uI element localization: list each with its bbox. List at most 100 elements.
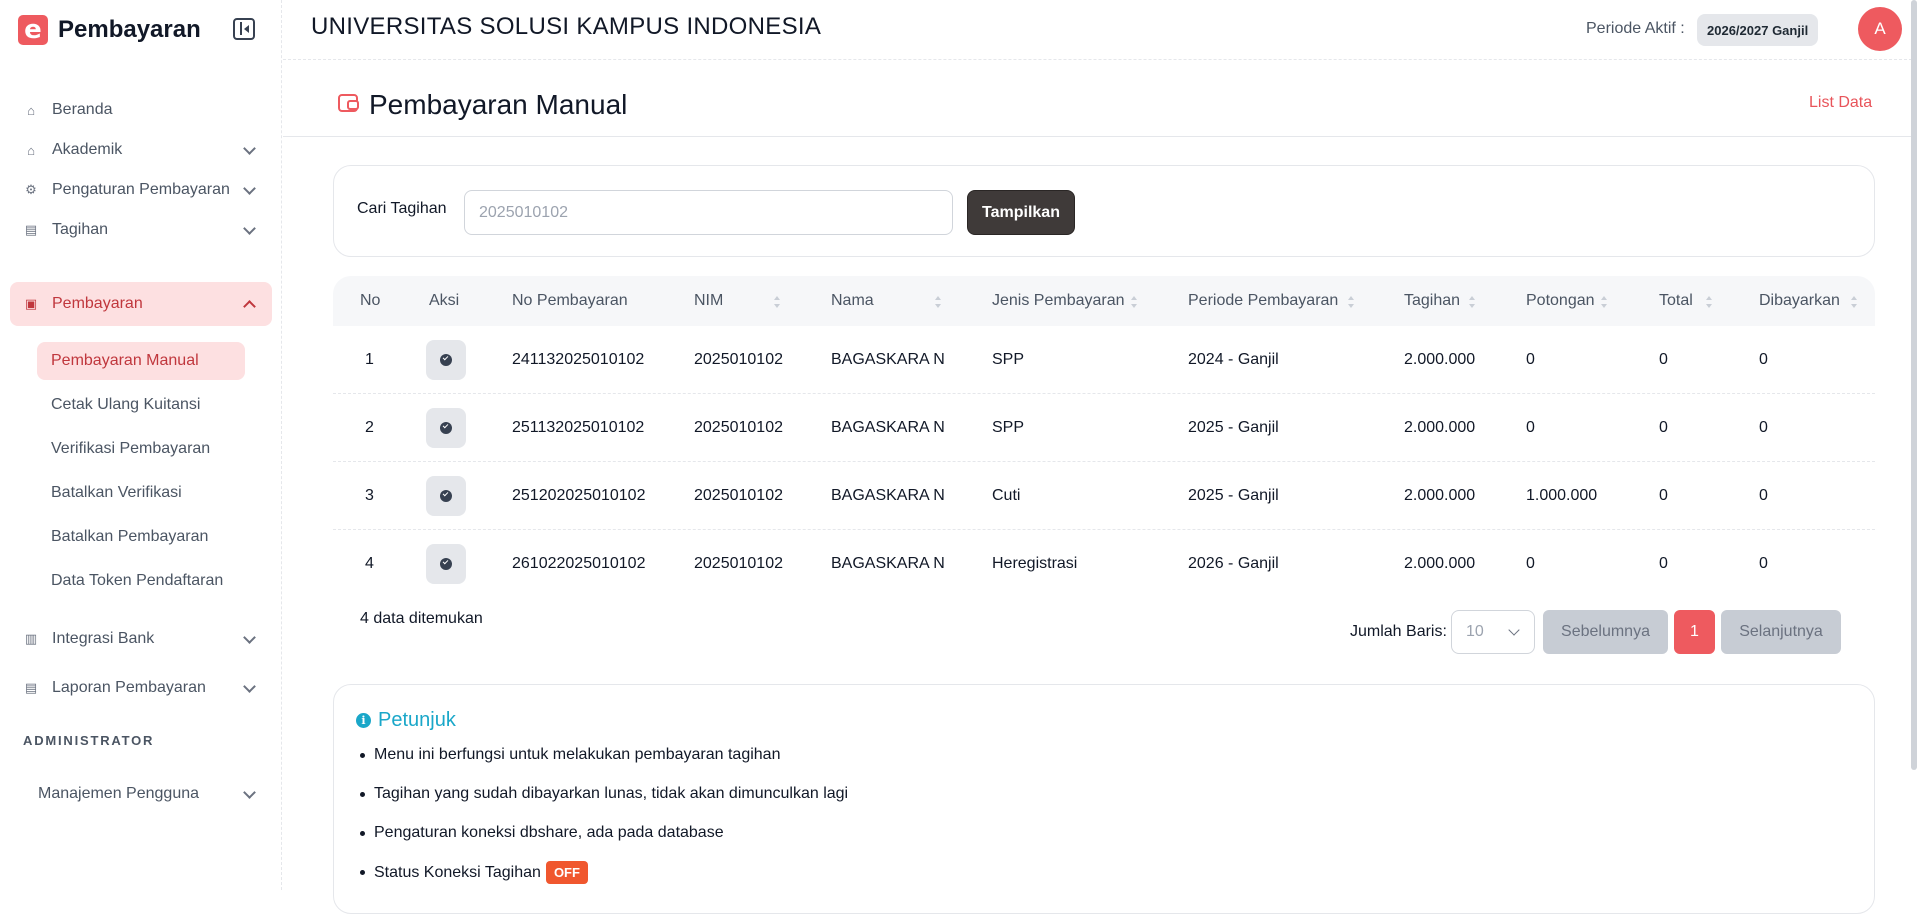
column-header-jenis-pembayaran[interactable]: Jenis Pembayaran: [992, 292, 1125, 310]
info-card: i Petunjuk Menu ini berfungsi untuk mela…: [333, 684, 1875, 914]
cell-tagihan: 2.000.000: [1404, 351, 1476, 368]
bullet: [360, 830, 365, 836]
cell-total: 0: [1659, 351, 1668, 368]
table-row: 2 251132025010102 2025010102 BAGASKARA N…: [333, 394, 1875, 462]
cell-no: 4: [365, 555, 374, 572]
info-list-item: Tagihan yang sudah dibayarkan lunas, tid…: [360, 785, 848, 803]
column-header-nama[interactable]: Nama: [831, 292, 874, 310]
sidebar-subitem-batalkan-pembayaran[interactable]: Batalkan Pembayaran: [37, 518, 222, 556]
brand-logo: e: [18, 15, 48, 45]
sort-icon[interactable]: [774, 296, 780, 308]
status-badge: OFF: [545, 861, 588, 884]
sidebar-item-label: Tagihan: [52, 221, 109, 238]
sidebar-collapse-icon[interactable]: [233, 18, 255, 40]
select-button[interactable]: [426, 544, 466, 584]
rows-per-page-label: Jumlah Baris:: [1350, 623, 1447, 640]
chevron-down-icon: [243, 222, 256, 235]
chevron-up-icon: [243, 300, 256, 313]
sort-icon[interactable]: [1601, 296, 1607, 308]
sidebar-item-integrasi-bank[interactable]: ▥ Integrasi Bank: [10, 617, 272, 661]
sidebar-item-label: Pembayaran: [52, 295, 143, 312]
topbar: UNIVERSITAS SOLUSI KAMPUS INDONESIA Peri…: [283, 0, 1917, 60]
cell-nim: 2025010102: [694, 351, 783, 368]
sidebar-item-manajemen-pengguna[interactable]: Manajemen Pengguna: [10, 772, 272, 816]
result-count: 4 data ditemukan: [360, 610, 483, 627]
cell-no: 1: [365, 351, 374, 368]
sidebar-item-tagihan[interactable]: ▤ Tagihan: [10, 208, 272, 252]
column-header-dibayarkan[interactable]: Dibayarkan: [1759, 292, 1840, 310]
sidebar-item-akademik[interactable]: ⌂ Akademik: [10, 128, 272, 172]
brand[interactable]: e Pembayaran: [18, 12, 201, 48]
sidebar-subitem-data-token-pendaftaran[interactable]: Data Token Pendaftaran: [37, 562, 237, 600]
settings-icon: ⚙: [25, 182, 37, 197]
cell-periode: 2025 - Ganjil: [1188, 487, 1279, 504]
cell-jenis: SPP: [992, 419, 1025, 436]
check-circle-icon: [440, 558, 452, 570]
search-input[interactable]: [464, 190, 953, 235]
cell-dibayarkan: 0: [1759, 351, 1768, 368]
sidebar-item-label: Laporan Pembayaran: [52, 679, 206, 696]
cell-no-pembayaran: 241132025010102: [512, 351, 645, 368]
rows-per-page-select[interactable]: 10: [1451, 610, 1535, 654]
info-list-item: Status Koneksi Tagihan OFF: [360, 861, 588, 884]
sort-icon[interactable]: [1348, 296, 1354, 308]
page-title: Pembayaran Manual: [369, 89, 628, 120]
select-button[interactable]: [426, 408, 466, 448]
wallet-icon: [338, 94, 359, 112]
sidebar-subitem-cetak-ulang-kuitansi[interactable]: Cetak Ulang Kuitansi: [37, 386, 214, 424]
sort-icon[interactable]: [1469, 296, 1475, 308]
sidebar-item-label: Beranda: [52, 101, 113, 118]
sort-icon[interactable]: [1851, 296, 1857, 308]
column-header-potongan[interactable]: Potongan: [1526, 292, 1595, 310]
page-number-button[interactable]: 1: [1674, 610, 1715, 654]
sidebar-item-beranda[interactable]: ⌂ Beranda: [10, 88, 272, 132]
column-header-total[interactable]: Total: [1659, 292, 1693, 310]
column-header-no-pembayaran[interactable]: No Pembayaran: [512, 292, 628, 310]
cell-periode: 2025 - Ganjil: [1188, 419, 1279, 436]
periode-label: Periode Aktif :: [1586, 20, 1685, 37]
sort-icon[interactable]: [1706, 296, 1712, 308]
graduation-cap-icon: ⌂: [27, 142, 35, 158]
table-row: 1 241132025010102 2025010102 BAGASKARA N…: [333, 326, 1875, 394]
chevron-down-icon: [243, 786, 256, 799]
list-data-link[interactable]: List Data: [1809, 94, 1872, 112]
sidebar-item-label: Pengaturan Pembayaran: [52, 181, 230, 198]
cell-nama: BAGASKARA N: [831, 555, 945, 572]
cell-nama: BAGASKARA N: [831, 487, 945, 504]
avatar[interactable]: A: [1858, 7, 1902, 51]
cell-nim: 2025010102: [694, 487, 783, 504]
sort-icon[interactable]: [1131, 296, 1137, 308]
cell-potongan: 0: [1526, 351, 1535, 368]
sidebar-item-pengaturan-pembayaran[interactable]: ⚙ Pengaturan Pembayaran: [10, 168, 272, 212]
next-page-button[interactable]: Selanjutnya: [1721, 610, 1841, 654]
cell-nim: 2025010102: [694, 419, 783, 436]
check-circle-icon: [440, 354, 452, 366]
sidebar-item-label: Integrasi Bank: [52, 630, 155, 647]
scrollbar[interactable]: [1911, 0, 1917, 770]
cell-periode: 2026 - Ganjil: [1188, 555, 1279, 572]
sidebar-item-pembayaran[interactable]: ▣ Pembayaran: [10, 282, 272, 326]
column-header-periode-pembayaran[interactable]: Periode Pembayaran: [1188, 292, 1338, 310]
cell-nama: BAGASKARA N: [831, 419, 945, 436]
cell-dibayarkan: 0: [1759, 487, 1768, 504]
report-icon: ▤: [24, 680, 38, 695]
tampilkan-button[interactable]: Tampilkan: [967, 190, 1075, 235]
cell-no: 3: [365, 487, 374, 504]
sidebar-subitem-batalkan-verifikasi[interactable]: Batalkan Verifikasi: [37, 474, 196, 512]
sidebar-subitem-verifikasi-pembayaran[interactable]: Verifikasi Pembayaran: [37, 430, 224, 468]
bullet: [360, 791, 365, 797]
column-header-nim[interactable]: NIM: [694, 292, 723, 310]
select-button[interactable]: [426, 340, 466, 380]
info-item-text: Pengaturan koneksi dbshare, ada pada dat…: [374, 824, 724, 841]
column-header-tagihan[interactable]: Tagihan: [1404, 292, 1460, 310]
sidebar-subitem-pembayaran-manual[interactable]: Pembayaran Manual: [37, 342, 245, 380]
sidebar-item-laporan-pembayaran[interactable]: ▤ Laporan Pembayaran: [10, 666, 272, 710]
chevron-down-icon: [243, 182, 256, 195]
previous-page-button[interactable]: Sebelumnya: [1543, 610, 1668, 654]
select-button[interactable]: [426, 476, 466, 516]
periode-badge: 2026/2027 Ganjil: [1697, 14, 1819, 46]
sidebar: e Pembayaran ⌂ Beranda ⌂ Akademik ⚙ Peng…: [0, 0, 282, 890]
rows-per-page-value: 10: [1466, 623, 1484, 640]
sort-icon[interactable]: [935, 296, 941, 308]
info-item-text: Menu ini berfungsi untuk melakukan pemba…: [374, 746, 781, 763]
